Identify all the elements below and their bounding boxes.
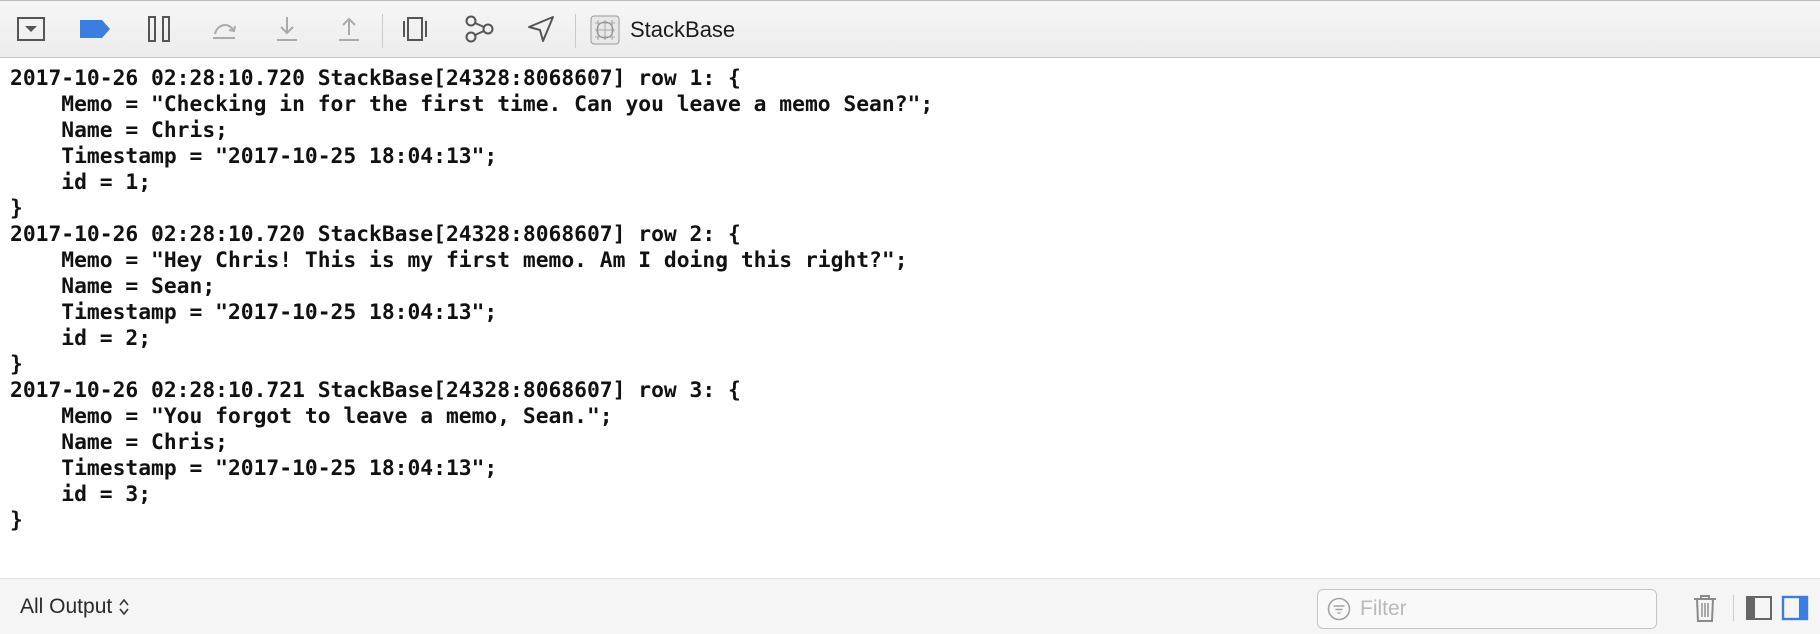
console-line: id = 2;: [10, 326, 152, 351]
console-text: 2017-10-26 02:28:10.720 StackBase[24328:…: [10, 66, 933, 534]
left-panel-icon: [1746, 596, 1772, 620]
console-line: Timestamp = "2017-10-25 18:04:13";: [10, 456, 498, 481]
step-into-icon: [277, 17, 297, 41]
right-panel-icon: [1781, 595, 1809, 621]
console-line: 2017-10-26 02:28:10.720 StackBase[24328:…: [10, 66, 741, 91]
console-line: Timestamp = "2017-10-25 18:04:13";: [10, 144, 498, 169]
memory-graph-icon: [465, 15, 494, 43]
debug-memory-graph-button[interactable]: [460, 11, 498, 47]
bottom-bar-separator: [1733, 595, 1734, 621]
step-out-button[interactable]: [330, 11, 368, 47]
console-line: Timestamp = "2017-10-25 18:04:13";: [10, 300, 498, 325]
step-out-icon: [339, 17, 359, 41]
console-line: Name = Sean;: [10, 274, 216, 299]
step-into-button[interactable]: [268, 11, 306, 47]
console-line: }: [10, 508, 23, 533]
console-line: 2017-10-26 02:28:10.720 StackBase[24328:…: [10, 222, 741, 247]
console-line: Memo = "You forgot to leave a memo, Sean…: [10, 404, 613, 429]
console-output-area[interactable]: 2017-10-26 02:28:10.720 StackBase[24328:…: [0, 58, 1820, 578]
console-line: }: [10, 196, 23, 221]
pause-icon: [148, 16, 170, 42]
console-line: 2017-10-26 02:28:10.721 StackBase[24328:…: [10, 378, 741, 403]
trash-icon: [1694, 595, 1716, 622]
console-bottom-bar: All Output: [0, 578, 1820, 634]
console-line: Memo = "Hey Chris! This is my first memo…: [10, 248, 908, 273]
debug-console-window: StackBase 2017-10-26 02:28:10.720 StackB…: [0, 0, 1820, 634]
toolbar-separator: [382, 14, 383, 48]
debug-toolbar: StackBase: [0, 0, 1820, 58]
pause-button[interactable]: [140, 11, 178, 47]
output-selector[interactable]: All Output: [20, 593, 130, 621]
output-selector-label: All Output: [20, 595, 113, 618]
view-hierarchy-icon: [403, 17, 427, 41]
hide-debug-area-button[interactable]: [12, 11, 50, 47]
console-line: Name = Chris;: [10, 118, 228, 143]
step-over-icon: [213, 24, 236, 39]
location-arrow-icon: [528, 16, 554, 42]
breakpoint-icon: [80, 20, 110, 38]
simulate-location-button[interactable]: [522, 11, 560, 47]
console-line: id = 1;: [10, 170, 152, 195]
show-variables-view-button[interactable]: [1744, 593, 1774, 623]
show-console-view-button[interactable]: [1780, 593, 1810, 623]
step-over-button[interactable]: [205, 11, 243, 47]
console-line: Memo = "Checking in for the first time. …: [10, 92, 934, 117]
app-target-icon: [590, 15, 620, 45]
toolbar-separator: [575, 14, 576, 48]
console-line: }: [10, 352, 23, 377]
clear-console-button[interactable]: [1690, 593, 1720, 623]
console-line: Name = Chris;: [10, 430, 228, 455]
scheme-selector[interactable]: [590, 15, 620, 45]
up-down-chevron-icon: [119, 598, 129, 616]
filter-input[interactable]: [1360, 595, 1640, 623]
filter-icon: [1327, 597, 1351, 621]
debug-view-hierarchy-button[interactable]: [396, 11, 434, 47]
filter-field[interactable]: [1317, 589, 1657, 629]
scheme-name-label[interactable]: StackBase: [630, 17, 735, 43]
tray-down-icon: [17, 17, 45, 41]
console-line: id = 3;: [10, 482, 152, 507]
breakpoints-toggle-button[interactable]: [76, 11, 114, 47]
